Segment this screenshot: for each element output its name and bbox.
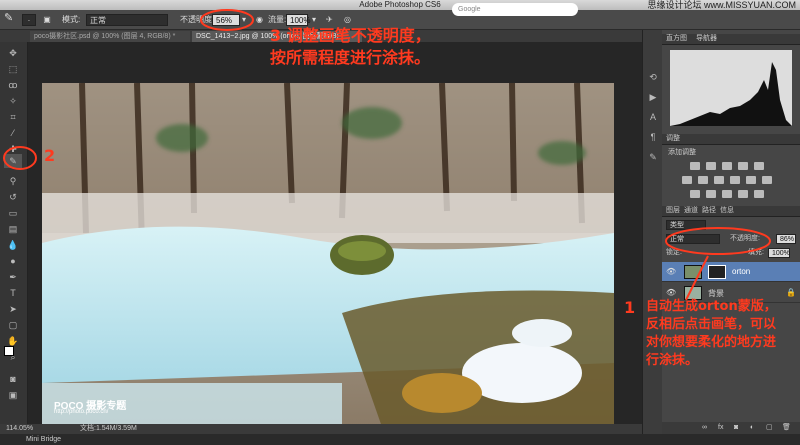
layer-highlight-ring (665, 227, 771, 255)
annotation-3-line1: 3 调整画笔不透明度， (270, 26, 431, 45)
brush-highlight-ring (3, 146, 37, 170)
annotation-2-number: 2 (44, 146, 56, 165)
annotation-3-line2: 按所需程度进行涂抹。 (270, 48, 431, 67)
annotation-1-text: 自动生成orton蒙版，反相后点击画笔，可以对你想要柔化的地方进行涂抹。 (646, 299, 777, 368)
annotation-1-number: 1 (624, 298, 636, 317)
opacity-highlight-ring (200, 9, 254, 31)
annotation-arrow (685, 255, 709, 301)
